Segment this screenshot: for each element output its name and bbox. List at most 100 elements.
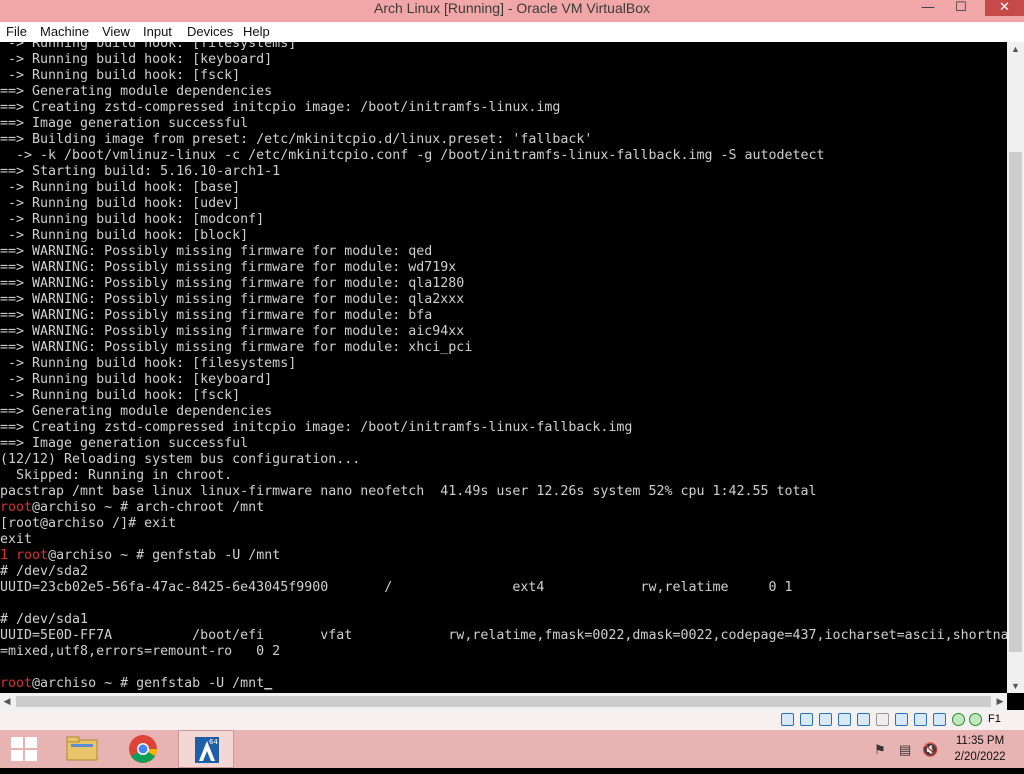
- console-line: # /dev/sda1: [0, 612, 89, 627]
- console-log-lines: -> Running build hook: [filesystems] -> …: [0, 42, 825, 499]
- menu-devices[interactable]: Devices: [187, 24, 233, 39]
- menu-help[interactable]: Help: [243, 24, 270, 39]
- console-line: ==> Image generation successful: [0, 436, 249, 451]
- console-line: -> Running build hook: [filesystems]: [0, 42, 297, 51]
- keyboard-icon: [969, 713, 982, 726]
- audio-icon[interactable]: [819, 713, 832, 726]
- menu-view[interactable]: View: [102, 24, 130, 39]
- window-title-bar[interactable]: Arch Linux [Running] - Oracle VM Virtual…: [0, 0, 1024, 22]
- horizontal-scrollbar[interactable]: ◀ ▶: [0, 693, 1007, 710]
- command-text: genfstab -U /mnt: [152, 548, 281, 563]
- console-line: pacstrap /mnt base linux linux-firmware …: [0, 484, 817, 499]
- action-center-flag-icon[interactable]: ⚑: [874, 742, 886, 758]
- console-line: UUID=23cb02e5-56fa-47ac-8425-6e43045f990…: [0, 580, 793, 595]
- prompt-host: @archiso: [32, 500, 97, 515]
- command-text: exit: [144, 516, 177, 531]
- prompt-user: root: [0, 500, 33, 515]
- minimize-button[interactable]: —: [914, 0, 942, 16]
- current-command-input[interactable]: genfstab -U /mnt: [136, 676, 264, 691]
- display-icon[interactable]: [895, 713, 908, 726]
- console-line: ==> WARNING: Possibly missing firmware f…: [0, 308, 433, 323]
- exit-status-code: 1: [0, 548, 9, 563]
- maximize-button[interactable]: ☐: [947, 0, 975, 16]
- windows-logo-pane: [25, 737, 37, 748]
- console-line: ==> WARNING: Possibly missing firmware f…: [0, 340, 473, 355]
- console-line: -> Running build hook: [fsck]: [0, 388, 241, 403]
- command-text: arch-chroot /mnt: [136, 500, 265, 515]
- horizontal-scroll-thumb[interactable]: [16, 696, 991, 707]
- console-line: -> -k /boot/vmlinuz-linux -c /etc/mkinit…: [0, 148, 825, 163]
- console-line: ==> WARNING: Possibly missing firmware f…: [0, 260, 457, 275]
- menu-input[interactable]: Input: [143, 24, 172, 39]
- scroll-down-arrow-icon[interactable]: ▼: [1007, 679, 1024, 693]
- network-icon[interactable]: [838, 713, 851, 726]
- shared-folders-icon[interactable]: [876, 713, 889, 726]
- windows-logo-pane: [11, 750, 23, 761]
- console-line: ==> Image generation successful: [0, 116, 249, 131]
- virtualbox-icon: 64: [195, 737, 219, 763]
- console-line: ==> WARNING: Possibly missing firmware f…: [0, 276, 465, 291]
- scroll-up-arrow-icon[interactable]: ▲: [1007, 42, 1024, 56]
- vbox-64-badge: 64: [209, 738, 218, 746]
- taskbar-virtualbox[interactable]: 64: [178, 730, 234, 768]
- console-line: # /dev/sda2: [0, 564, 89, 579]
- console-line: ==> Starting build: 5.16.10-arch1-1: [0, 164, 281, 179]
- prompt-tail: ~ #: [96, 500, 137, 515]
- console-line: ==> Creating zstd-compressed initcpio im…: [0, 420, 633, 435]
- console-line: ==> Creating zstd-compressed initcpio im…: [0, 100, 561, 115]
- console-line: -> Running build hook: [udev]: [0, 196, 241, 211]
- console-output: -> Running build hook: [filesystems] -> …: [0, 42, 1007, 692]
- taskbar-chrome[interactable]: [117, 730, 169, 768]
- console-line: ==> Generating module dependencies: [0, 404, 273, 419]
- recording-icon[interactable]: [914, 713, 927, 726]
- console-line: =mixed,utf8,errors=remount-ro 0 2: [0, 644, 281, 659]
- vertical-scrollbar[interactable]: ▲ ▼: [1007, 42, 1024, 693]
- prompt-host: @archiso: [48, 548, 113, 563]
- console-line: -> Running build hook: [keyboard]: [0, 52, 273, 67]
- console-line: -> Running build hook: [filesystems]: [0, 356, 297, 371]
- console-line: ==> Generating module dependencies: [0, 84, 273, 99]
- start-button[interactable]: [11, 737, 37, 761]
- prompt-user: root: [16, 548, 49, 563]
- console-line: ==> Building image from preset: /etc/mki…: [0, 132, 593, 147]
- clock-time: 11:35 PM: [955, 735, 1005, 747]
- console-line: -> Running build hook: [keyboard]: [0, 372, 273, 387]
- console-line: -> Running build hook: [fsck]: [0, 68, 241, 83]
- folder-icon: [66, 736, 98, 761]
- menu-machine[interactable]: Machine: [40, 24, 89, 39]
- console-line: ==> WARNING: Possibly missing firmware f…: [0, 324, 465, 339]
- vertical-scroll-thumb[interactable]: [1009, 152, 1022, 652]
- menu-file[interactable]: File: [6, 24, 27, 39]
- scroll-left-arrow-icon[interactable]: ◀: [0, 693, 14, 710]
- prompt-tail: ~ #: [112, 548, 153, 563]
- windows-logo-icon: [11, 737, 23, 748]
- mouse-integration-icon[interactable]: [952, 713, 965, 726]
- volume-muted-icon[interactable]: 🔇: [922, 742, 938, 758]
- prompt-user: root: [0, 676, 33, 691]
- system-clock[interactable]: 11:35 PM 2/20/2022: [945, 733, 1015, 765]
- prompt-host: @archiso: [32, 676, 97, 691]
- console-line: (12/12) Reloading system bus configurati…: [0, 452, 361, 467]
- console-line: UUID=5E0D-FF7A /boot/efi vfat rw,relatim…: [0, 628, 1007, 643]
- fstab-output: # /dev/sda2 UUID=23cb02e5-56fa-47ac-8425…: [0, 564, 1007, 659]
- optical-drive-icon[interactable]: [800, 713, 813, 726]
- hard-disk-icon[interactable]: [781, 713, 794, 726]
- taskbar-file-explorer[interactable]: [55, 730, 107, 768]
- console-line: -> Running build hook: [modconf]: [0, 212, 265, 227]
- close-button[interactable]: ✕: [985, 0, 1024, 16]
- chrome-icon: [129, 735, 157, 763]
- vm-console[interactable]: -> Running build hook: [filesystems] -> …: [0, 42, 1007, 693]
- chroot-prompt: [root@archiso /]#: [0, 516, 145, 531]
- clock-date: 2/20/2022: [954, 751, 1006, 763]
- command-output: exit: [0, 532, 33, 547]
- host-key-label: F1: [988, 713, 1001, 725]
- text-cursor: _: [264, 676, 273, 691]
- console-line: Skipped: Running in chroot.: [0, 468, 233, 483]
- scroll-right-arrow-icon[interactable]: ▶: [993, 693, 1007, 710]
- console-line: -> Running build hook: [base]: [0, 180, 241, 195]
- menu-bar: File Machine View Input Devices Help: [0, 22, 1024, 43]
- network-status-icon[interactable]: ▤: [899, 742, 911, 758]
- usb-icon[interactable]: [857, 713, 870, 726]
- window-title: Arch Linux [Running] - Oracle VM Virtual…: [374, 0, 650, 16]
- console-line: -> Running build hook: [block]: [0, 228, 249, 243]
